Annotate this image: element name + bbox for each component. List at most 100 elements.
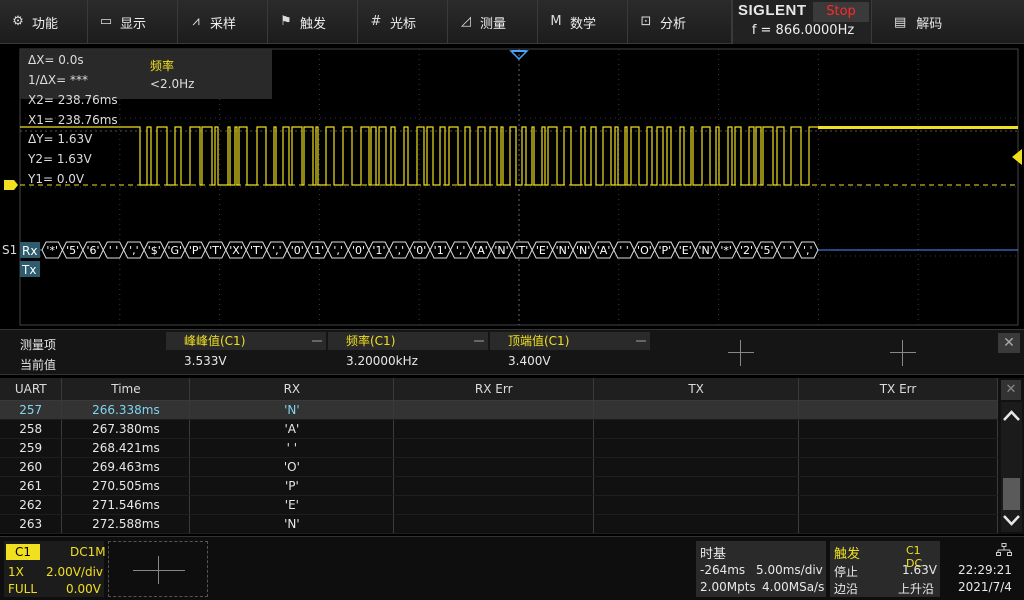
- table-cell: [593, 495, 800, 515]
- bus-frame-label: ',': [129, 244, 139, 257]
- col-time: Time: [61, 378, 191, 401]
- scrollbar-thumb[interactable]: [1003, 478, 1020, 510]
- table-cell: [593, 438, 800, 458]
- table-row[interactable]: 262 271.546ms 'E': [0, 495, 998, 515]
- table-cell: [393, 495, 595, 515]
- measure-bar: 测量项 当前值 峰峰值(C1) 3.533V 频率(C1) 3.20000kHz…: [0, 329, 1024, 375]
- table-cell: 260: [0, 457, 63, 477]
- table-row[interactable]: 257 266.338ms 'N': [0, 400, 998, 420]
- clock-date: 2021/7/4: [958, 580, 1012, 594]
- table-cell: [393, 514, 595, 534]
- table-row[interactable]: 260 269.463ms 'O': [0, 457, 998, 477]
- waveform-area[interactable]: '*' '5' '6' ' ' ',' '$' 'G' 'P' 'T' 'X' 'T' ',' '0' '…: [0, 45, 1024, 327]
- table-cell: [798, 495, 998, 515]
- table-cell: 'O': [189, 457, 395, 477]
- col-rx-err: RX Err: [393, 378, 595, 401]
- menu-label: 采样: [210, 16, 237, 32]
- menu-display[interactable]: ▭ 显示: [88, 0, 178, 44]
- table-cell: [593, 419, 800, 439]
- bus-frame-label: 'X': [229, 244, 243, 257]
- bus-frame-label: ',': [395, 244, 405, 257]
- siglent-logo: SIGLENT: [738, 2, 807, 19]
- clock-panel: 22:29:21 2021/7/4: [944, 541, 1022, 597]
- col-rx: RX: [189, 378, 395, 401]
- bus-frame-label: ' ': [109, 244, 119, 257]
- table-cell: 'E': [189, 495, 395, 515]
- channel1-info[interactable]: C1 DC1M 1X 2.00V/div FULL 0.00V: [4, 541, 106, 597]
- menu-math[interactable]: M 数学: [538, 0, 628, 44]
- menu-utility[interactable]: ⚙ 功能: [0, 0, 88, 44]
- table-cell: [593, 514, 800, 534]
- close-icon[interactable]: ✕: [1001, 380, 1021, 400]
- top-menu-bar: ⚙ 功能 ▭ 显示 ⩘ 采样 ⚑ 触发 # 光标 ◿ 测量 M 数学 ⊡ 分析 SIGLENT …: [0, 0, 1024, 44]
- table-cell: 258: [0, 419, 63, 439]
- run-stop-status[interactable]: Stop: [813, 2, 869, 22]
- menu-analysis[interactable]: ⊡ 分析: [628, 0, 732, 44]
- brand-panel: SIGLENT Stop f = 866.0000Hz: [732, 0, 872, 44]
- rx-label: Rx: [22, 244, 37, 258]
- close-icon[interactable]: ✕: [998, 333, 1020, 353]
- add-channel-icon[interactable]: [108, 541, 208, 597]
- menu-decode[interactable]: ▤ 解码: [878, 0, 1024, 44]
- decode-table: UART Time RX RX Err TX TX Err 257 266.338…: [0, 378, 998, 534]
- table-scrollbar[interactable]: [1001, 402, 1022, 532]
- bus-frame-label: 'E': [536, 244, 549, 257]
- add-measure-icon[interactable]: [888, 338, 918, 368]
- cursor-freq-value: <2.0Hz: [150, 77, 195, 91]
- bus-frame-label: ',': [333, 244, 343, 257]
- bus-frame-label: 'O': [637, 244, 652, 257]
- menu-trigger[interactable]: ⚑ 触发: [268, 0, 358, 44]
- bus-frame-label: '6': [87, 244, 100, 257]
- delta-x: ΔX= 0.0s: [28, 53, 84, 67]
- table-cell: 263: [0, 514, 63, 534]
- scroll-down-icon[interactable]: [1001, 508, 1022, 532]
- table-cell: [393, 438, 595, 458]
- table-cell: [393, 419, 595, 439]
- flag-icon: ⚑: [280, 14, 292, 29]
- cursor-y2: Y2= 1.63V: [28, 152, 92, 166]
- bus-frame-label: '*': [720, 244, 732, 257]
- table-cell: 257: [0, 400, 63, 420]
- timebase-info[interactable]: 时基 -264ms 5.00ms/div 2.00Mpts 4.00MSa/s: [696, 541, 826, 597]
- measure-pkpk-header[interactable]: 峰峰值(C1): [166, 332, 326, 350]
- analyze-icon: ⊡: [640, 14, 652, 29]
- table-row[interactable]: 263 272.588ms 'N': [0, 514, 998, 534]
- menu-cursors[interactable]: # 光标: [358, 0, 448, 44]
- table-cell: 'P': [189, 476, 395, 496]
- bus-frame-label: 'N': [494, 244, 508, 257]
- table-row[interactable]: 258 267.380ms 'A': [0, 419, 998, 439]
- bus-frame-label: '1': [372, 244, 385, 257]
- scroll-up-icon[interactable]: [1001, 404, 1022, 428]
- add-measure-icon[interactable]: [726, 338, 756, 368]
- bus-frame-label: 'T': [516, 244, 529, 257]
- trigger-level: 1.63V: [902, 563, 937, 577]
- channel1-tag: C1: [6, 544, 40, 560]
- table-row[interactable]: 259 268.421ms ' ': [0, 438, 998, 458]
- timebase-delay: -264ms: [700, 563, 746, 577]
- menu-label: 光标: [390, 16, 417, 32]
- timebase-title: 时基: [700, 547, 727, 562]
- timebase-points: 2.00Mpts: [700, 580, 756, 594]
- frequency-counter: f = 866.0000Hz: [751, 23, 855, 38]
- menu-acquire[interactable]: ⩘ 采样: [178, 0, 268, 44]
- trigger-type: 边沿: [834, 582, 859, 596]
- bus-frame-label: 'N': [699, 244, 713, 257]
- col-tx-err: TX Err: [798, 378, 998, 401]
- measure-freq-header[interactable]: 频率(C1): [328, 332, 488, 350]
- channel1-coupling: DC1M: [70, 545, 106, 559]
- cursor-readout: ΔX= 0.0s 1/ΔX= *** X2= 238.76ms X1= 238.…: [28, 50, 118, 130]
- bus-frame-label: ',': [456, 244, 466, 257]
- bus-frame-label: 'N': [556, 244, 570, 257]
- table-cell: 'N': [189, 514, 395, 534]
- bus-frame-label: '0': [352, 244, 365, 257]
- bus-frame-label: 'A': [597, 244, 611, 257]
- table-cell: [798, 457, 998, 477]
- table-row[interactable]: 261 270.505ms 'P': [0, 476, 998, 496]
- measure-top-header[interactable]: 顶端值(C1): [490, 332, 650, 350]
- bus-frame-label: '2': [740, 244, 753, 257]
- table-cell: 261: [0, 476, 63, 496]
- bus-frame-label: 'A': [474, 244, 488, 257]
- table-cell: 270.505ms: [61, 476, 191, 496]
- trigger-info[interactable]: 触发 C1 DC 停止 1.63V 边沿 上升沿: [830, 541, 940, 597]
- menu-measure[interactable]: ◿ 测量: [448, 0, 538, 44]
